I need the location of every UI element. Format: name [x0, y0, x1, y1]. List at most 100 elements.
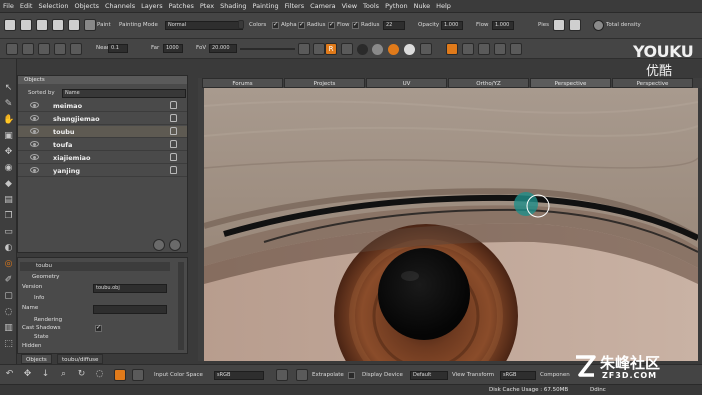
wireframe-icon[interactable] — [38, 43, 50, 55]
undo-icon[interactable]: ↶ — [4, 369, 15, 380]
tab-viewport-perspective[interactable]: Perspective — [612, 78, 693, 88]
render-button[interactable]: R — [325, 43, 337, 55]
pointer-icon[interactable]: ↖ — [3, 83, 14, 94]
name-field[interactable] — [93, 305, 167, 314]
object-options-icon[interactable] — [169, 239, 181, 251]
select-icon[interactable]: ▢ — [3, 291, 14, 302]
object-row[interactable]: toufa — [18, 139, 187, 151]
object-row[interactable]: shangjiemao — [18, 113, 187, 125]
menu-item-channels[interactable]: Channels — [105, 2, 135, 10]
shadow-icon[interactable] — [478, 43, 490, 55]
object-row[interactable]: xiajiemiao — [18, 152, 187, 164]
menu-item-patches[interactable]: Patches — [169, 2, 194, 10]
grid-view-icon[interactable] — [6, 43, 18, 55]
menu-item-tools[interactable]: Tools — [363, 2, 379, 10]
new-file-icon[interactable] — [4, 19, 16, 31]
rotate-icon[interactable]: ↻ — [76, 369, 87, 380]
info-section[interactable]: Info — [34, 294, 44, 303]
tab-objects[interactable]: Objects — [21, 354, 52, 364]
layers-icon[interactable]: ▥ — [3, 323, 14, 334]
lock-icon[interactable] — [170, 127, 177, 135]
tab-viewport-perspective[interactable]: Perspective — [530, 78, 611, 88]
cast-shadows-checkbox[interactable] — [95, 324, 102, 332]
clone-icon[interactable]: ❐ — [3, 211, 14, 222]
visibility-eye-icon[interactable] — [30, 102, 39, 108]
view-transform-select[interactable]: sRGB — [500, 371, 536, 380]
state-section[interactable]: State — [34, 333, 49, 342]
fill-icon[interactable]: ▤ — [3, 195, 14, 206]
near-field[interactable]: 0.1 — [108, 44, 128, 53]
export-icon[interactable] — [68, 19, 80, 31]
menu-item-python[interactable]: Python — [385, 2, 408, 10]
menu-item-view[interactable]: View — [342, 2, 357, 10]
shaded-icon[interactable] — [54, 43, 66, 55]
menu-item-camera[interactable]: Camera — [310, 2, 336, 10]
settings-icon[interactable] — [84, 19, 96, 31]
chevron-down-icon[interactable] — [238, 20, 244, 29]
perspective-viewport[interactable] — [204, 88, 698, 361]
opacity-field[interactable]: 1.000 — [441, 21, 463, 30]
camera-icon[interactable] — [298, 43, 310, 55]
object-row[interactable]: meimao — [18, 100, 187, 112]
flow-checkbox[interactable] — [328, 21, 335, 29]
globe-icon[interactable] — [593, 20, 604, 31]
lock-icon[interactable] — [170, 166, 177, 174]
color-options-icon[interactable] — [276, 369, 288, 381]
open-file-icon[interactable] — [20, 19, 32, 31]
menu-item-ptex[interactable]: Ptex — [200, 2, 214, 10]
light-icon[interactable] — [313, 43, 325, 55]
radius-lock-checkbox[interactable] — [352, 21, 359, 29]
lock-icon[interactable] — [170, 114, 177, 122]
ao-icon[interactable] — [462, 43, 474, 55]
brush-preset-icon[interactable] — [553, 19, 565, 31]
gradient-icon[interactable]: ◐ — [3, 243, 14, 254]
lock-icon[interactable] — [170, 153, 177, 161]
move-icon[interactable]: ✥ — [3, 147, 14, 158]
object-row[interactable]: toubu — [18, 126, 187, 138]
display-device-select[interactable]: Default — [410, 371, 448, 380]
lighting-mode-icon[interactable] — [446, 43, 458, 55]
lock-icon[interactable] — [170, 140, 177, 148]
save-file-icon[interactable] — [36, 19, 48, 31]
visibility-eye-icon[interactable] — [30, 167, 39, 173]
hand-icon[interactable]: ✋ — [3, 115, 14, 126]
lasso-tool-icon[interactable]: ◌ — [94, 369, 105, 380]
filter-icon[interactable] — [510, 43, 522, 55]
white-sphere-icon[interactable] — [404, 44, 415, 55]
black-sphere-icon[interactable] — [357, 44, 368, 55]
zoom-icon[interactable]: ⌕ — [58, 369, 69, 380]
menu-item-edit[interactable]: Edit — [20, 2, 33, 10]
visibility-eye-icon[interactable] — [30, 128, 39, 134]
stamp-icon[interactable]: ▣ — [3, 131, 14, 142]
flow-field[interactable]: 1.000 — [492, 21, 514, 30]
tab-viewport-forums[interactable]: Forums — [202, 78, 283, 88]
visibility-eye-icon[interactable] — [30, 115, 39, 121]
light-bulb-icon[interactable] — [420, 43, 432, 55]
menu-item-painting[interactable]: Painting — [252, 2, 278, 10]
object-row[interactable]: yanjing — [18, 165, 187, 177]
menu-item-file[interactable]: File — [3, 2, 14, 10]
curve-icon[interactable] — [296, 369, 308, 381]
color-swatch-icon[interactable] — [132, 369, 144, 381]
menu-item-layers[interactable]: Layers — [141, 2, 163, 10]
geometry-section[interactable]: Geometry — [24, 273, 59, 282]
orange-sphere-icon[interactable] — [388, 44, 399, 55]
menu-item-objects[interactable]: Objects — [74, 2, 99, 10]
transform-icon[interactable]: ⬚ — [3, 339, 14, 350]
radius-field[interactable]: 22 — [383, 21, 405, 30]
tab-viewport-uv[interactable]: UV — [366, 78, 447, 88]
menu-item-shading[interactable]: Shading — [220, 2, 246, 10]
brush-icon[interactable]: ✐ — [3, 275, 14, 286]
brush-edit-icon[interactable] — [569, 19, 581, 31]
menu-item-filters[interactable]: Filters — [285, 2, 304, 10]
menu-item-nuke[interactable]: Nuke — [414, 2, 431, 10]
drop-icon[interactable]: ◆ — [3, 179, 14, 190]
checker-icon[interactable] — [22, 43, 34, 55]
cube-icon[interactable] — [70, 43, 82, 55]
add-object-icon[interactable] — [153, 239, 165, 251]
radius-checkbox[interactable] — [298, 21, 305, 29]
version-select[interactable]: toubu.obj — [93, 284, 167, 293]
brush-active-icon[interactable] — [114, 369, 126, 381]
lasso-icon[interactable]: ◌ — [3, 307, 14, 318]
grey-sphere-icon[interactable] — [372, 44, 383, 55]
